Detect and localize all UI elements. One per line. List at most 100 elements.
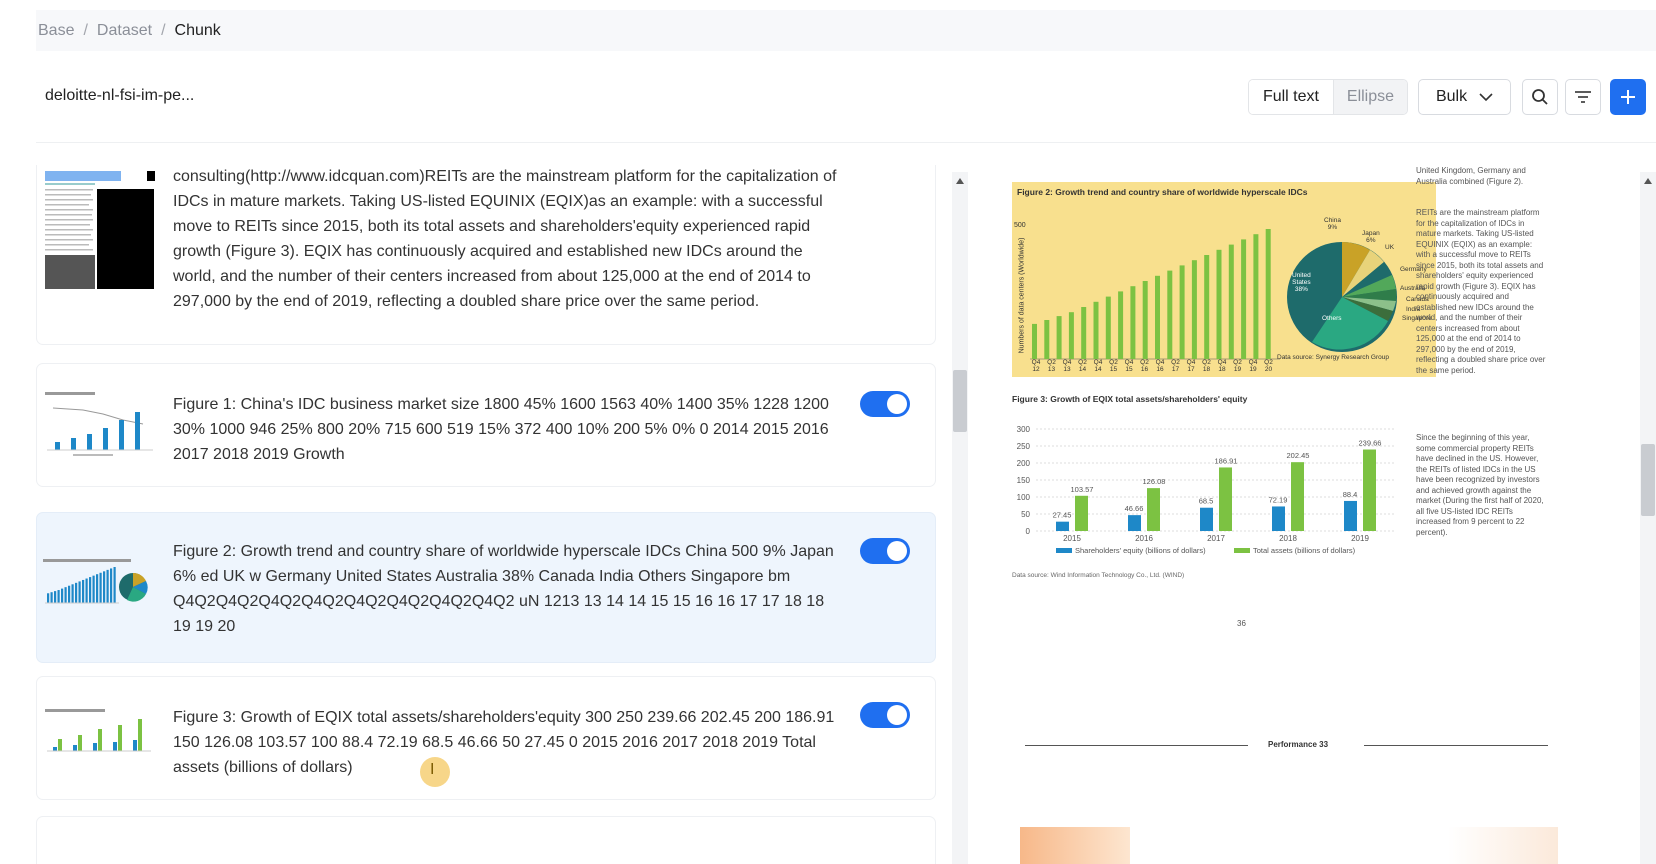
figure-3-equity-bar: [1272, 506, 1285, 531]
figure-3-legend-assets: Total assets (billions of dollars): [1253, 546, 1356, 555]
thumbnail-bar: [71, 584, 74, 603]
scroll-up-arrow[interactable]: [956, 178, 964, 184]
figure-3-legend-swatch: [1056, 548, 1072, 553]
breadcrumb-base[interactable]: Base: [38, 22, 74, 39]
figure-2-x-tick: Q2 13: [1047, 359, 1056, 373]
figure-3-assets-bar: [1363, 449, 1376, 531]
chevron-down-icon: [1479, 92, 1493, 101]
figure-2-bar: [1167, 270, 1173, 359]
scroll-up-arrow[interactable]: [1644, 178, 1652, 184]
figure-2-ylabel: Numbers of data centers (Worldwide): [1018, 237, 1026, 354]
pdf-next-page-image: [1020, 827, 1130, 864]
thumbnail-bar: [82, 579, 85, 603]
figure-2-bar: [1044, 320, 1050, 359]
figure-2-x-tick: Q4 15: [1124, 359, 1134, 373]
chunk-enable-toggle[interactable]: [860, 702, 910, 728]
chunk-list-scrollbar[interactable]: [952, 172, 968, 864]
figure-3-legend-equity: Shareholders' equity (billions of dollar…: [1075, 546, 1206, 555]
chunk-text[interactable]: consulting(http://www.idcquan.com)REITs …: [173, 165, 843, 314]
figure-2-x-tick: Q4 16: [1155, 359, 1165, 373]
breadcrumb-separator: /: [161, 22, 166, 39]
figure-3-source: Data source: Wind Information Technology…: [1012, 572, 1185, 579]
figure-2-bar: [1265, 229, 1271, 359]
chunk-thumbnail: [43, 390, 158, 463]
figure-3-equity-bar: [1344, 500, 1357, 531]
figure-2-x-tick: Q2 16: [1140, 359, 1149, 373]
figure-2-x-tick: Q4 18: [1217, 359, 1227, 373]
bulk-label: Bulk: [1435, 88, 1468, 105]
figure-2-bar: [1253, 234, 1259, 359]
pdf-next-page-image: [1448, 827, 1558, 864]
figure-2-pie-label: Japan 6%: [1362, 230, 1380, 244]
figure-2-x-tick: Q2 18: [1202, 359, 1211, 373]
thumbnail-bar: [103, 571, 106, 603]
pdf-side-text-1: United Kingdom, Germany and Australia co…: [1416, 166, 1526, 186]
figure-2-bar: [1216, 249, 1222, 359]
thumbnail-bar: [57, 590, 60, 603]
add-chunk-button[interactable]: [1610, 79, 1646, 115]
toggle-knob: [887, 394, 907, 414]
pdf-footer-label: Performance 33: [1267, 740, 1329, 749]
chunk-text[interactable]: Figure 3: Growth of EQIX total assets/sh…: [173, 705, 843, 780]
chunk-thumbnail: [43, 559, 158, 612]
toggle-knob: [887, 705, 907, 725]
chunk-enable-toggle[interactable]: [860, 391, 910, 417]
thumbnail-bar: [54, 591, 57, 603]
thumbnail-bar: [85, 578, 88, 603]
figure-2-bar: [1179, 265, 1185, 359]
thumbnail-bar: [50, 592, 53, 603]
figure-3-equity-bar: [1056, 521, 1069, 531]
chunk-card[interactable]: [36, 816, 936, 864]
figure-2-x-tick: Q4 19: [1248, 359, 1258, 373]
figure-3-y-tick: 200: [1017, 459, 1031, 468]
figure-2-bar: [1068, 312, 1074, 359]
chunk-card[interactable]: Figure 1: China's IDC business market si…: [36, 363, 936, 487]
figure-2-pie-chart: [1287, 242, 1397, 352]
full-text-tab[interactable]: Full text: [1249, 80, 1334, 114]
figure-3-x-tick: 2019: [1351, 534, 1369, 543]
thumbnail-bar: [99, 572, 102, 603]
figure-3-assets-label: 202.45: [1287, 451, 1310, 460]
chunk-text[interactable]: Figure 2: Growth trend and country share…: [173, 539, 843, 639]
figure-3-y-tick: 150: [1017, 476, 1031, 485]
breadcrumb: Base / Dataset / Chunk: [38, 22, 221, 40]
figure-2: Figure 2: Growth trend and country share…: [1012, 182, 1436, 377]
figure-3-y-tick: 250: [1017, 442, 1031, 451]
figure-2-bar: [1130, 286, 1136, 359]
figure-3-assets-label: 239.66: [1359, 439, 1382, 448]
pdf-preview: Figure 2: Growth trend and country share…: [968, 165, 1586, 864]
ellipse-tab[interactable]: Ellipse: [1333, 80, 1407, 114]
figure-3-assets-label: 186.91: [1215, 456, 1238, 465]
figure-2-bar: [1081, 307, 1087, 359]
figure-3-y-tick: 100: [1017, 493, 1031, 502]
thumbnail-bar: [106, 569, 109, 603]
chunk-enable-toggle[interactable]: [860, 538, 910, 564]
figure-3-legend-swatch: [1234, 548, 1250, 553]
scrollbar-thumb[interactable]: [953, 370, 967, 432]
figure-3-y-tick: 0: [1026, 527, 1031, 536]
thumbnail-bar: [64, 587, 67, 603]
bulk-dropdown[interactable]: Bulk: [1418, 79, 1511, 115]
figure-2-bar: [1032, 323, 1037, 359]
thumbnail-bar: [89, 577, 92, 603]
figure-2-bar: [1142, 281, 1148, 359]
breadcrumb-dataset[interactable]: Dataset: [97, 22, 152, 39]
document-title: deloitte-nl-fsi-im-pe...: [45, 87, 195, 104]
thumbnail-bar: [75, 582, 78, 603]
figure-2-x-tick: Q2 14: [1078, 359, 1087, 373]
chunk-card[interactable]: Figure 3: Growth of EQIX total assets/sh…: [36, 676, 936, 800]
chunk-card[interactable]: consulting(http://www.idcquan.com)REITs …: [36, 165, 936, 345]
search-button[interactable]: [1522, 79, 1558, 115]
figure-3-x-tick: 2017: [1207, 534, 1225, 543]
figure-3-assets-bar: [1147, 488, 1160, 531]
figure-3-assets-bar: [1291, 462, 1304, 531]
text-cursor-indicator: I: [420, 757, 450, 787]
chunk-card-selected[interactable]: Figure 2: Growth trend and country share…: [36, 512, 936, 663]
scrollbar-thumb[interactable]: [1641, 444, 1655, 516]
chunk-text[interactable]: Figure 1: China's IDC business market si…: [173, 392, 843, 467]
thumbnail-bar: [61, 588, 64, 603]
pdf-preview-scrollbar[interactable]: [1640, 172, 1656, 864]
chunk-list: consulting(http://www.idcquan.com)REITs …: [36, 165, 936, 864]
filter-button[interactable]: [1565, 79, 1601, 115]
figure-2-bar-chart: [1030, 229, 1280, 360]
